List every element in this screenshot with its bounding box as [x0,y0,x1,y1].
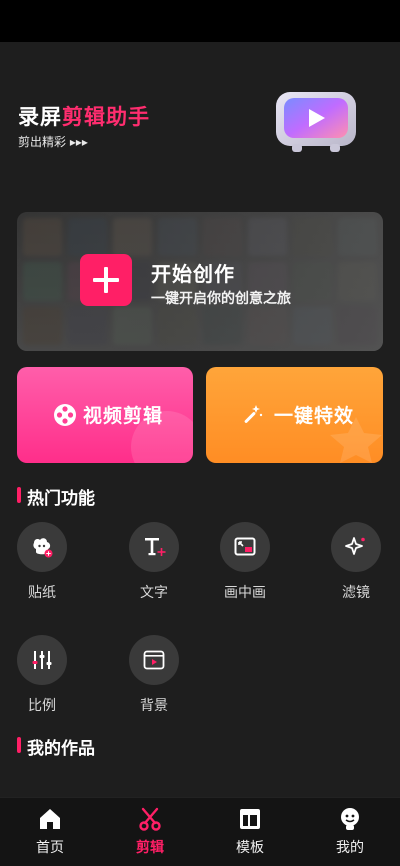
plus-icon [93,267,119,293]
tv-mascot-icon [276,92,356,152]
video-edit-label: 视频剪辑 [83,405,164,427]
home-icon [40,809,60,829]
feature-label: 比例 [28,698,56,714]
tab-home[interactable]: 首页 [20,806,80,857]
feature-filter[interactable]: 滤镜 [321,522,391,602]
app-title-white: 录屏 [18,105,62,129]
picture-in-picture-icon [234,537,256,556]
magic-wand-icon [244,405,263,423]
feature-background[interactable]: 背景 [119,635,189,715]
feature-label: 滤镜 [342,585,370,601]
app-subtitle: 剪出精彩 ▸▸▸ [18,135,88,149]
sticker-button[interactable] [17,522,67,572]
feature-label: 背景 [140,698,168,714]
ratio-sliders-icon [32,651,52,669]
feature-label: 贴纸 [28,585,56,601]
background-button[interactable] [129,635,179,685]
profile-icon [341,808,359,830]
app-title-pink: 剪辑助手 [62,105,150,129]
tab-label: 剪辑 [136,840,164,856]
filter-sparkle-icon [345,537,365,555]
film-reel-icon [54,404,76,426]
brand-header: 录屏剪辑助手 剪出精彩 ▸▸▸ [18,104,150,150]
scissors-icon [139,807,161,831]
ratio-button[interactable] [17,635,67,685]
video-edit-card[interactable]: 视频剪辑 [17,367,193,463]
my-works-title: 我的作品 [17,734,95,759]
tab-label: 首页 [36,840,64,856]
text-icon [145,538,166,556]
feature-ratio[interactable]: 比例 [7,635,77,715]
banner-title: 开始创作 [151,262,235,286]
one-click-effect-label: 一键特效 [274,405,355,427]
tab-label: 模板 [236,840,264,856]
banner-subtitle: 一键开启你的创意之旅 [151,291,291,307]
tab-profile[interactable]: 我的 [320,806,380,857]
picture-in-picture-button[interactable] [220,522,270,572]
feature-label: 画中画 [224,585,266,601]
app-title: 录屏剪辑助手 [18,104,150,130]
sticker-icon [33,538,53,558]
create-plus-button[interactable] [80,254,132,306]
template-icon [240,809,260,829]
background-icon [143,650,165,670]
feature-text[interactable]: 文字 [119,522,189,602]
status-bar [0,0,400,42]
feature-picture-in-picture[interactable]: 画中画 [210,522,280,602]
tab-edit[interactable]: 剪辑 [120,806,180,857]
feature-sticker[interactable]: 贴纸 [7,522,77,602]
filter-button[interactable] [331,522,381,572]
text-button[interactable] [129,522,179,572]
hot-features-title: 热门功能 [17,484,95,509]
bottom-tab-bar: 首页 剪辑 模板 我的 [0,797,400,866]
tab-template[interactable]: 模板 [220,806,280,857]
start-create-banner[interactable]: 开始创作 一键开启你的创意之旅 [17,212,383,351]
one-click-effect-card[interactable]: 一键特效 [206,367,383,463]
tab-label: 我的 [336,840,364,856]
feature-label: 文字 [140,585,168,601]
